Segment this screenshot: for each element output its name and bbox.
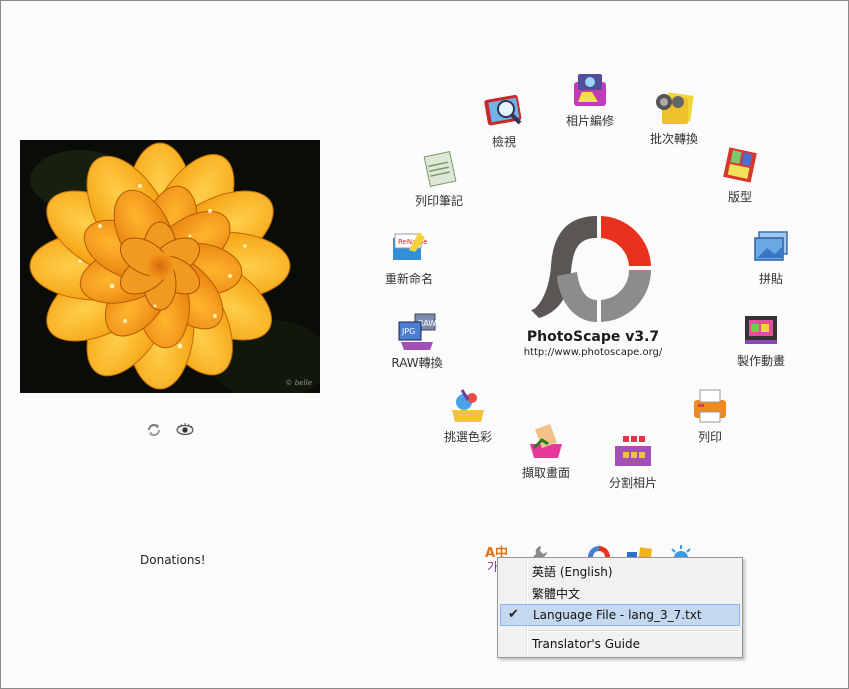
menu-raw-converter[interactable]: RAW JPG RAW轉換 — [372, 312, 462, 371]
eye-icon[interactable] — [176, 423, 194, 439]
animated-gif-icon — [739, 310, 783, 350]
paper-print-icon — [417, 150, 461, 190]
menu-separator — [529, 630, 739, 632]
rename-icon: ReName — [387, 228, 431, 268]
menu-label: 挑選色彩 — [443, 430, 492, 444]
menu-item-traditional-chinese[interactable]: 繁體中文 — [500, 583, 740, 605]
photo-credit: © belle — [285, 379, 312, 387]
splitter-icon — [611, 432, 655, 472]
menu-label: 列印 — [697, 430, 722, 444]
menu-label: 批次轉換 — [649, 132, 698, 146]
refresh-icon[interactable] — [146, 422, 162, 438]
app-title: PhotoScape v3.7 — [526, 329, 660, 345]
menu-item-translators-guide[interactable]: Translator's Guide — [500, 633, 740, 655]
color-picker-icon — [446, 386, 490, 426]
menu-item-label: 繁體中文 — [532, 587, 581, 601]
language-context-menu: 英語 (English) 繁體中文 ✔ Language File - lang… — [497, 557, 743, 658]
menu-item-label: Language File - lang_3_7.txt — [533, 608, 702, 622]
menu-print[interactable]: 列印 — [665, 386, 755, 445]
combine-icon — [749, 228, 793, 268]
menu-label: 拼貼 — [758, 272, 783, 286]
menu-label: 檢視 — [491, 135, 516, 149]
menu-page-layout[interactable]: 版型 — [695, 146, 785, 205]
batch-editor-icon — [652, 88, 696, 128]
menu-screen-capture[interactable]: 擷取畫面 — [501, 422, 591, 481]
print-icon — [688, 386, 732, 426]
raw-converter-icon: RAW JPG — [395, 312, 439, 352]
menu-item-language-file[interactable]: ✔ Language File - lang_3_7.txt — [500, 604, 740, 626]
menu-splitter[interactable]: 分割相片 — [588, 432, 678, 491]
menu-editor[interactable]: 相片編修 — [545, 70, 635, 129]
menu-color-picker[interactable]: 挑選色彩 — [423, 386, 513, 445]
menu-label: 分割相片 — [608, 476, 657, 490]
photo-preview[interactable]: © belle — [20, 140, 320, 393]
menu-item-label: 英語 (English) — [532, 565, 613, 579]
app-url-link[interactable]: http://www.photoscape.org/ — [511, 347, 675, 358]
menu-rename[interactable]: ReName 重新命名 — [364, 228, 454, 287]
menu-paper-print[interactable]: 列印筆記 — [394, 150, 484, 209]
checkmark-icon: ✔ — [508, 607, 519, 622]
main-window: © belle Donations! PhotoScape v3.7 http:… — [0, 0, 849, 689]
editor-icon — [568, 70, 612, 110]
menu-label: 版型 — [727, 190, 752, 204]
menu-label: 列印筆記 — [414, 194, 463, 208]
menu-animated-gif[interactable]: 製作動畫 — [716, 310, 806, 369]
donations-link[interactable]: Donations! — [140, 553, 206, 567]
menu-label: 重新命名 — [384, 272, 433, 286]
menu-batch-editor[interactable]: 批次轉換 — [629, 88, 719, 147]
menu-item-english[interactable]: 英語 (English) — [500, 561, 740, 583]
menu-label: 製作動畫 — [736, 354, 785, 368]
menu-label: 相片編修 — [565, 114, 614, 128]
menu-label: RAW轉換 — [391, 356, 443, 370]
flower-image — [20, 140, 320, 393]
photoscape-logo — [529, 214, 653, 326]
viewer-icon — [482, 91, 526, 131]
menu-item-label: Translator's Guide — [532, 637, 640, 651]
menu-viewer[interactable]: 檢視 — [459, 91, 549, 150]
page-layout-icon — [718, 146, 762, 186]
screen-capture-icon — [524, 422, 568, 462]
menu-combine[interactable]: 拼貼 — [726, 228, 816, 287]
svg-text:JPG: JPG — [401, 327, 415, 336]
menu-label: 擷取畫面 — [521, 466, 570, 480]
